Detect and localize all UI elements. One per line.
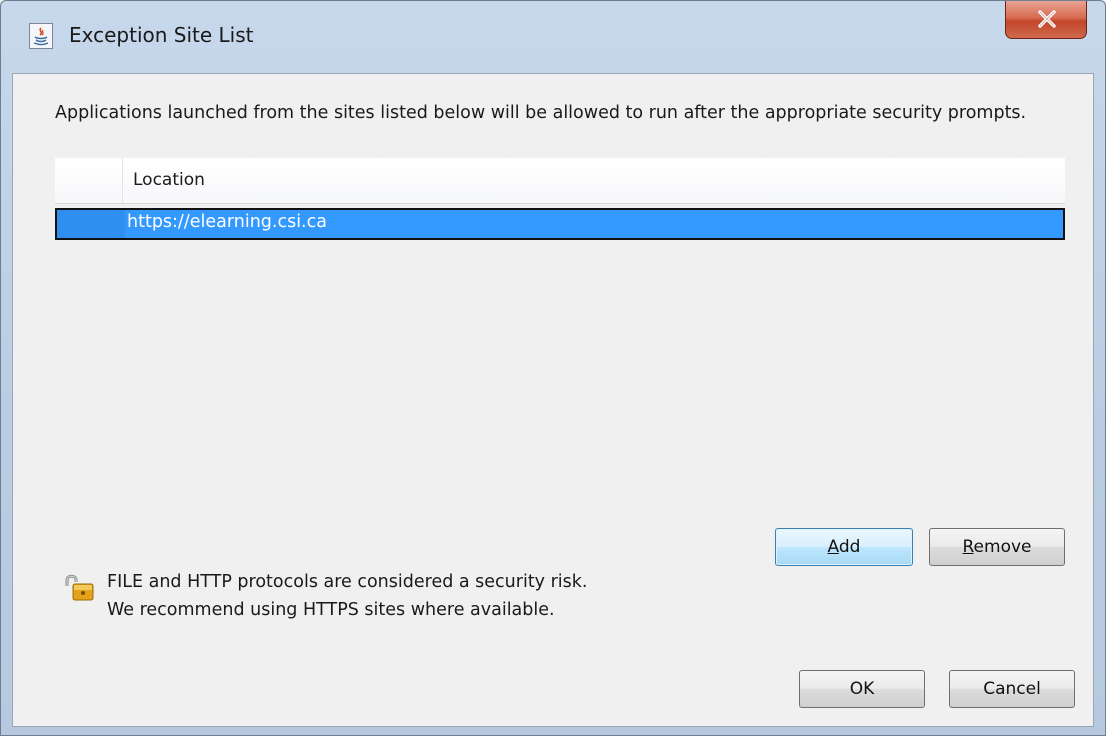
column-header-location[interactable]: Location <box>133 170 205 190</box>
remove-button[interactable]: Remove <box>929 528 1065 566</box>
warning-line-2: We recommend using HTTPS sites where ava… <box>107 600 555 620</box>
site-table[interactable]: Location https://elearning.csi.ca <box>55 158 1065 498</box>
table-row[interactable]: https://elearning.csi.ca <box>55 208 1065 240</box>
ok-button[interactable]: OK <box>799 670 925 708</box>
description-text: Applications launched from the sites lis… <box>55 103 1027 123</box>
add-button-mnemonic: A <box>827 537 839 557</box>
close-button[interactable] <box>1005 1 1087 39</box>
warning-line-1: FILE and HTTP protocols are considered a… <box>107 572 588 592</box>
exception-site-list-window: Exception Site List Applications launche… <box>0 0 1106 736</box>
window-title: Exception Site List <box>69 23 254 47</box>
table-header: Location <box>55 158 1065 204</box>
java-icon <box>29 23 53 49</box>
dialog-content: Applications launched from the sites lis… <box>12 73 1094 727</box>
row-header-cell[interactable] <box>57 210 125 238</box>
cancel-button[interactable]: Cancel <box>949 670 1075 708</box>
remove-button-label: emove <box>973 537 1032 557</box>
security-warning: FILE and HTTP protocols are considered a… <box>107 568 587 624</box>
add-button[interactable]: Add <box>775 528 913 566</box>
table-header-corner <box>55 158 123 203</box>
remove-button-mnemonic: R <box>962 537 974 557</box>
location-cell[interactable]: https://elearning.csi.ca <box>127 212 327 232</box>
add-button-label: dd <box>838 537 861 557</box>
close-icon <box>1038 10 1056 28</box>
unlocked-padlock-icon <box>63 572 97 602</box>
title-bar[interactable]: Exception Site List <box>1 1 1105 71</box>
